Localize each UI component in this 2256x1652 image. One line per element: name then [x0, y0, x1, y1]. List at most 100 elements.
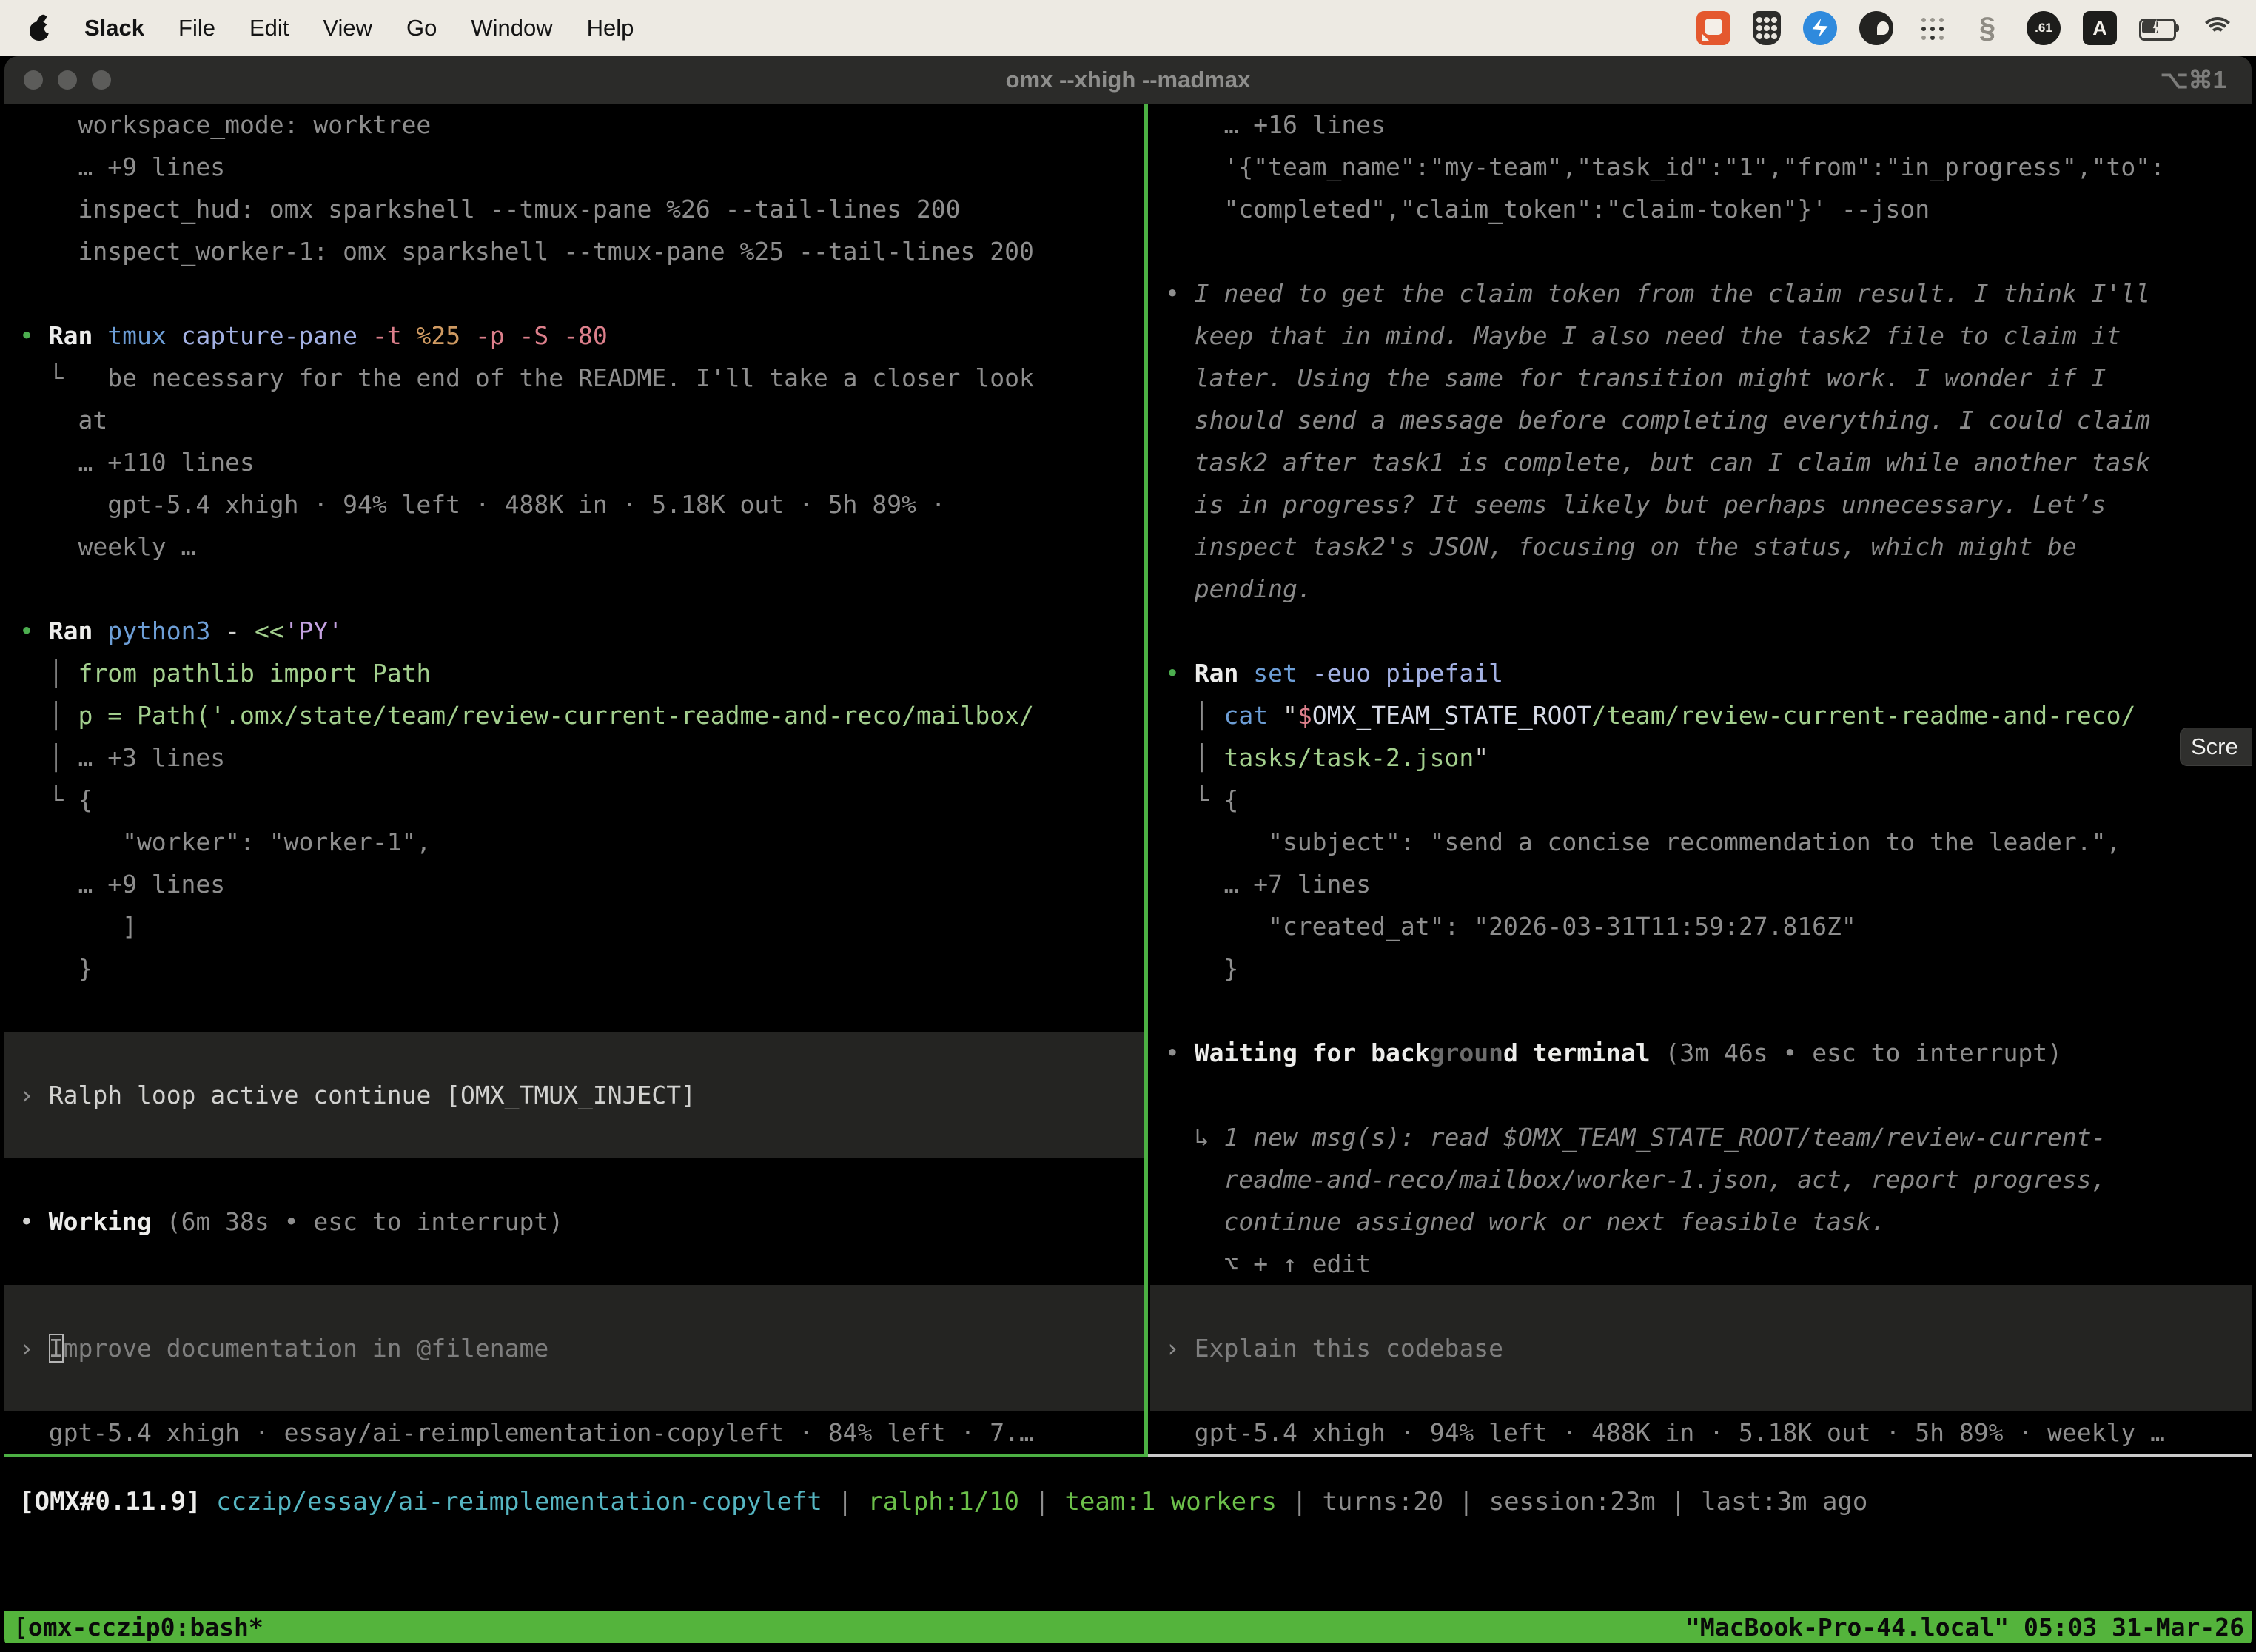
menu-item-slack[interactable]: Slack — [84, 15, 144, 41]
keyboard-layout-icon[interactable]: A — [2083, 11, 2117, 45]
text-segment: └ { — [1165, 785, 1238, 814]
prompt-input[interactable]: › Explain this codebase — [1150, 1327, 2252, 1369]
text-segment: › — [1165, 1334, 1195, 1363]
terminal-line — [4, 1285, 1144, 1327]
text-segment: keep that in mind. Maybe I also need the… — [1165, 321, 2121, 350]
text-segment: -t — [372, 321, 417, 350]
terminal-line: │ from pathlib import Path — [4, 652, 1144, 694]
terminal-line: "completed","claim_token":"claim-token"}… — [1150, 188, 2252, 230]
terminal-line: └ { — [4, 779, 1144, 821]
window-title: omx --xhigh --madmax — [4, 56, 2252, 104]
waiting-status: • Waiting for background terminal (3m 46… — [1150, 1032, 2252, 1074]
working-status: • Working (6m 38s • esc to interrupt) — [4, 1201, 1144, 1243]
text-segment: • — [19, 617, 49, 645]
inactive-pane-border — [1148, 1454, 2252, 1457]
terminal-line: continue assigned work or next feasible … — [1150, 1201, 2252, 1243]
menu-bar-status-icons: § .61 A — [1696, 11, 2256, 45]
terminal-line: keep that in mind. Maybe I also need the… — [1150, 315, 2252, 357]
terminal-line: └ be necessary for the end of the README… — [4, 357, 1144, 399]
left-terminal-pane[interactable]: workspace_mode: worktree … +9 lines insp… — [4, 104, 1144, 1454]
window-title-bar[interactable]: omx --xhigh --madmax ⌥⌘1 — [4, 56, 2252, 104]
text-segment: %25 — [416, 321, 474, 350]
text-segment: inspect task2's JSON, focusing on the st… — [1165, 532, 2077, 561]
text-segment: '{"team_name":"my-team","task_id":"1","f… — [1165, 152, 2165, 181]
terminal-line: should send a message before completing … — [1150, 399, 2252, 441]
terminal-line: "created_at": "2026-03-31T11:59:27.816Z" — [1150, 905, 2252, 947]
text-segment: "subject": "send a concise recommendatio… — [1165, 827, 2121, 856]
text-segment: │ — [1165, 701, 1223, 730]
terminal-line: gpt-5.4 xhigh · 94% left · 488K in · 5.1… — [4, 483, 1144, 526]
terminal-line: } — [1150, 947, 2252, 990]
text-segment: p = Path('.omx/state/team/review-current… — [78, 701, 1033, 730]
pane-status-line: gpt-5.4 xhigh · 94% left · 488K in · 5.1… — [1150, 1411, 2252, 1454]
terminal-line: task2 after task1 is complete, but can I… — [1150, 441, 2252, 483]
terminal-line: │ tasks/task-2.json" — [1150, 736, 2252, 779]
text-segment: - — [225, 617, 255, 645]
ralph-loop-banner: › Ralph loop active continue [OMX_TMUX_I… — [4, 1074, 1144, 1116]
text-segment: • — [19, 1207, 49, 1236]
terminal-line: "subject": "send a concise recommendatio… — [1150, 821, 2252, 863]
dots-grid-icon[interactable] — [1916, 12, 1948, 44]
usage-badge-icon[interactable]: .61 — [2027, 11, 2061, 45]
terminal-line: } — [4, 947, 1144, 990]
terminal-line: • Ran tmux capture-pane -t %25 -p -S -80 — [4, 315, 1144, 357]
menu-item-help[interactable]: Help — [587, 15, 634, 41]
menu-item-go[interactable]: Go — [406, 15, 437, 41]
text-segment: << — [255, 617, 284, 645]
squiggle-person-icon[interactable]: § — [1970, 11, 2004, 45]
right-terminal-pane[interactable]: … +16 lines '{"team_name":"my-team","tas… — [1150, 104, 2252, 1454]
pane-divider[interactable] — [1144, 104, 1148, 1457]
text-segment: "completed","claim_token":"claim-token"}… — [1165, 195, 1930, 224]
text-segment: … +16 lines — [1165, 110, 1386, 139]
text-segment: [OMX#0.11.9] — [19, 1487, 201, 1517]
text-segment: Explain this codebase — [1195, 1334, 1503, 1363]
terminal-line: inspect_hud: omx sparkshell --tmux-pane … — [4, 188, 1144, 230]
terminal-line: is in progress? It seems likely but perh… — [1150, 483, 2252, 526]
dialpad-shield-icon[interactable] — [1753, 11, 1781, 45]
menu-item-edit[interactable]: Edit — [249, 15, 289, 41]
menu-item-window[interactable]: Window — [471, 15, 552, 41]
text-segment: -euo pipefail — [1312, 659, 1503, 688]
menu-item-file[interactable]: File — [178, 15, 215, 41]
text-segment: I — [49, 1334, 64, 1363]
text-segment: | turns:20 | session:23m | last:3m ago — [1277, 1487, 1867, 1517]
prompt-input[interactable]: › Improve documentation in @filename — [4, 1327, 1144, 1369]
text-segment: │ — [19, 659, 78, 688]
terminal-line — [4, 1158, 1144, 1201]
messenger-bolt-icon[interactable] — [1803, 11, 1837, 45]
text-segment: inspect_worker-1: omx sparkshell --tmux-… — [19, 237, 1034, 266]
terminal-line: … +7 lines — [1150, 863, 2252, 905]
terminal-line — [4, 1032, 1144, 1074]
text-segment: " — [1474, 743, 1488, 772]
text-segment: Ralph loop active continue [OMX_TMUX_INJ… — [49, 1081, 696, 1109]
text-segment: continue assigned work or next feasible … — [1165, 1207, 1886, 1236]
text-segment: gpt-5.4 xhigh · essay/ai-reimplementatio… — [19, 1418, 1034, 1447]
terminal-line: weekly … — [4, 526, 1144, 568]
text-segment: └ { — [19, 785, 93, 814]
battery-icon[interactable] — [2139, 18, 2179, 38]
text-segment: 'PY' — [284, 617, 343, 645]
text-segment: groun — [1430, 1038, 1503, 1067]
terminal-line — [4, 272, 1144, 315]
wifi-icon[interactable] — [2201, 16, 2234, 41]
terminal-line — [4, 990, 1144, 1032]
terminal-line: ⌥ + ↑ edit — [1150, 1243, 2252, 1285]
apple-menu-icon[interactable] — [28, 16, 50, 41]
menu-item-view[interactable]: View — [323, 15, 372, 41]
text-segment: is in progress? It seems likely but perh… — [1165, 490, 2106, 519]
terminal-line: readme-and-reco/mailbox/worker-1.json, a… — [1150, 1158, 2252, 1201]
terminal-line — [1150, 1285, 2252, 1327]
text-segment: later. Using the same for transition mig… — [1165, 363, 2106, 392]
moon-pie-icon[interactable] — [1859, 11, 1893, 45]
text-segment: inspect_hud: omx sparkshell --tmux-pane … — [19, 195, 961, 224]
text-segment: ] — [19, 912, 137, 941]
text-segment: … +9 lines — [19, 870, 225, 899]
terminal-line: later. Using the same for transition mig… — [1150, 357, 2252, 399]
tmux-window-label[interactable]: [omx-cczip0:bash* — [4, 1613, 263, 1642]
text-segment: | — [1019, 1487, 1064, 1517]
text-segment: (6m 38s • esc to interrupt) — [167, 1207, 563, 1236]
text-segment: tasks/task-2.json — [1223, 743, 1474, 772]
chat-app-icon[interactable] — [1696, 11, 1730, 45]
text-segment: ralph:1/10 — [867, 1487, 1019, 1517]
terminal-line — [1150, 230, 2252, 272]
